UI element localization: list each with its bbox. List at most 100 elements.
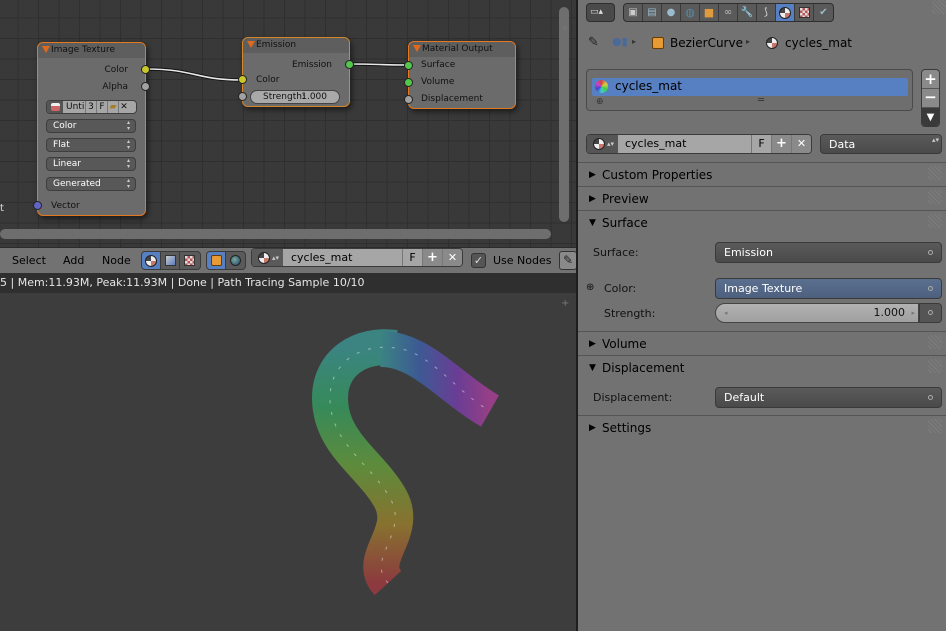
decrement-arrow-icon[interactable]: ◂ [724,304,728,322]
panel-drag-handle[interactable] [928,359,942,373]
panel-drag-handle[interactable] [928,190,942,204]
node-header[interactable]: Image Texture [38,43,145,58]
menu-select[interactable]: Select [12,254,46,267]
unlink-material-icon[interactable]: ✕ [791,135,811,153]
input-vector-socket[interactable] [33,201,42,210]
surface-shader-dropdown[interactable]: Emission [715,242,942,263]
new-material-icon[interactable]: + [422,249,442,266]
physics-tab-icon[interactable]: ✔ [814,4,833,21]
expand-input-icon[interactable]: ⊕ [586,282,594,293]
unlink-material-icon[interactable]: ✕ [442,249,462,266]
input-color-socket[interactable] [238,75,247,84]
panel-preview[interactable]: ▶ Preview [578,186,946,210]
pin-icon[interactable]: ✎ [588,35,599,50]
link-type-dropdown[interactable]: Data ▴▾ [820,134,942,154]
output-emission-socket[interactable] [345,60,354,69]
use-nodes-checkbox[interactable]: ✓ [471,253,486,268]
material-datablock[interactable]: ▴▾ cycles_mat F + ✕ [586,134,812,154]
texture-nodes-button[interactable] [180,252,199,269]
material-output-node[interactable]: Material Output Surface Volume Displacem… [404,41,516,109]
image-name-field[interactable]: Unti [63,101,85,113]
interpolation-dropdown[interactable]: Linear [46,157,136,171]
image-browse-icon[interactable] [47,101,63,113]
material-tab-icon[interactable] [776,4,795,21]
world-tab-icon[interactable]: ◍ [681,4,700,21]
image-texture-node[interactable]: Image Texture Color Alpha Unti 3 F ▰ ✕ C… [33,42,150,216]
remove-slot-button[interactable]: − [922,89,939,108]
material-slot-list[interactable]: cycles_mat ⊕ ═ [586,69,913,111]
modifiers-tab-icon[interactable]: 🔧 [738,4,757,21]
material-name-field[interactable]: cycles_mat [283,249,402,266]
object-tab-icon[interactable]: ■ [700,4,719,21]
color-space-dropdown[interactable]: Color [46,119,136,133]
panel-volume[interactable]: ▶ Volume [578,331,946,355]
world-shader-button[interactable] [226,252,245,269]
material-browse-button[interactable]: ▴▾ [252,249,283,266]
constraints-tab-icon[interactable]: ∞ [719,4,738,21]
panel-surface[interactable]: ▼ Surface [578,210,946,234]
menu-node[interactable]: Node [102,254,131,267]
collapse-icon[interactable] [413,45,421,52]
vertical-scrollbar[interactable] [559,7,569,222]
add-slot-button[interactable]: + [922,70,939,89]
strength-slider[interactable]: Strength: 1.000 [250,90,340,104]
panel-drag-handle[interactable] [928,166,942,180]
strength-slider[interactable]: ◂ 1.000 ▸ [715,303,919,323]
menu-add[interactable]: Add [63,254,84,267]
pin-icon[interactable]: ✎ [559,251,577,270]
node-editor[interactable]: Image Texture Color Alpha Unti 3 F ▰ ✕ C… [0,0,576,247]
collapse-icon[interactable] [247,41,255,48]
fake-user-button[interactable]: F [402,249,422,266]
node-header[interactable]: Emission [243,38,349,53]
input-volume-label: Volume [421,77,455,87]
area-split-handle[interactable] [932,0,946,14]
expand-icon[interactable]: ⊕ [596,97,604,107]
curve-data-tab-icon[interactable]: ⟆ [757,4,776,21]
panel-drag-handle[interactable] [928,419,942,433]
material-slot-item[interactable]: cycles_mat [592,78,908,96]
color-input-dropdown[interactable]: Image Texture [715,278,942,299]
editor-type-dropdown[interactable]: ▭▴ [586,3,615,22]
horizontal-scrollbar[interactable] [0,229,551,239]
material-name-field[interactable]: cycles_mat [618,135,751,153]
list-resize-handle[interactable]: ═ [758,95,764,106]
input-displacement-socket[interactable] [404,95,413,104]
3d-viewport[interactable]: + [0,293,576,631]
scene-tab-icon[interactable]: ● [662,4,681,21]
input-strength-socket[interactable] [238,92,247,101]
input-surface-socket[interactable] [404,61,413,70]
object-shader-button[interactable] [207,252,226,269]
shader-nodes-button[interactable] [142,252,161,269]
render-layers-tab-icon[interactable]: ▤ [643,4,662,21]
panel-drag-handle[interactable] [928,335,942,349]
input-volume-socket[interactable] [404,78,413,87]
panel-settings[interactable]: ▶ Settings [578,415,946,439]
new-material-icon[interactable]: + [771,135,791,153]
fake-user-button[interactable]: F [96,101,107,113]
panel-displacement[interactable]: ▼ Displacement [578,355,946,379]
collapse-icon[interactable] [42,46,50,53]
strength-link-button[interactable] [919,303,942,323]
projection-dropdown[interactable]: Flat [46,138,136,152]
render-tab-icon[interactable]: ▣ [624,4,643,21]
extension-dropdown[interactable]: Generated [46,177,136,191]
users-count[interactable]: 3 [85,101,96,113]
material-datablock[interactable]: ▴▾ cycles_mat F + ✕ [251,248,463,267]
displacement-dropdown[interactable]: Default [715,387,942,408]
panel-drag-handle[interactable] [928,214,942,228]
slot-specials-button[interactable]: ▼ [922,108,939,126]
open-image-icon[interactable]: ▰ [107,101,118,113]
compositing-nodes-button[interactable] [161,252,180,269]
region-expand-icon[interactable]: + [561,24,569,34]
texture-tab-icon[interactable] [795,4,814,21]
fake-user-button[interactable]: F [751,135,771,153]
output-alpha-socket[interactable] [141,82,150,91]
increment-arrow-icon[interactable]: ▸ [911,304,915,322]
node-header[interactable]: Material Output [409,42,515,57]
unlink-image-icon[interactable]: ✕ [118,101,129,113]
image-datablock[interactable]: Unti 3 F ▰ ✕ [46,100,137,114]
material-browse-button[interactable]: ▴▾ [587,135,618,153]
output-color-socket[interactable] [141,65,150,74]
emission-node[interactable]: Emission Emission Color Strength: 1.000 [238,37,354,107]
panel-custom-properties[interactable]: ▶ Custom Properties [578,162,946,186]
